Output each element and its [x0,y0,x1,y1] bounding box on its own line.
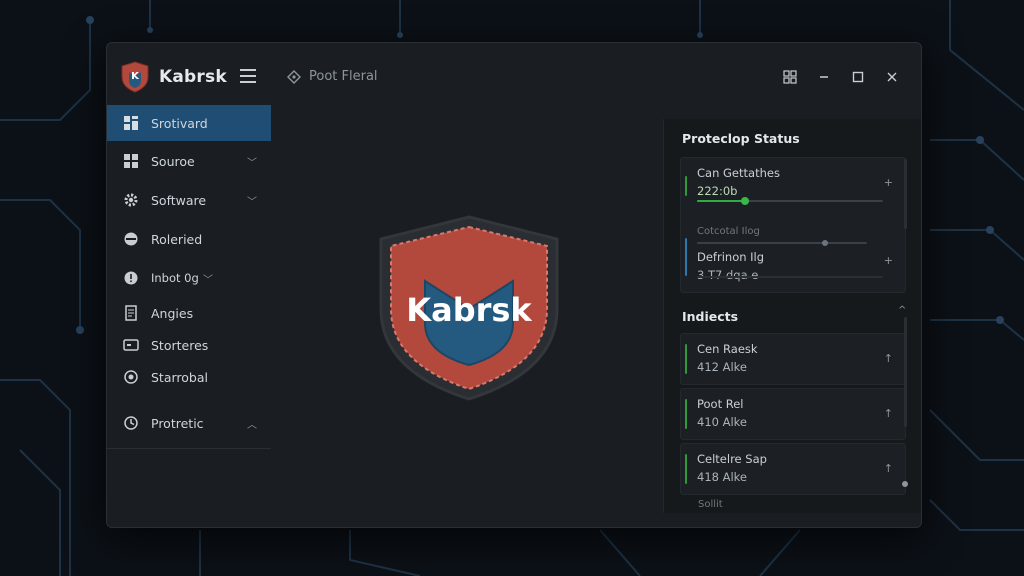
maximize-button[interactable] [841,67,875,87]
layout-button[interactable] [773,67,807,87]
sidebar-item-protretic[interactable]: Protretic ︿ [107,405,271,441]
card-title: Can Gettathes [697,166,780,180]
scroll-end-dot [902,481,908,487]
svg-text:K: K [131,71,140,82]
incident-value: 410 Alke [697,415,747,429]
brand: K Kabrsk [119,61,227,93]
incident-title: Cen Raesk [697,342,758,356]
shield-icon [123,231,139,247]
layout-icon [783,70,797,84]
arrow-up-icon[interactable]: ↑ [884,407,893,420]
target-icon [123,369,139,385]
sidebar-item-roleried[interactable]: Roleried [107,221,271,257]
sidebar-item-label: Srotivard [151,115,208,131]
subheader-track [697,242,867,244]
incident-title: Poot Rel [697,397,744,411]
card-title: Defrinon Ilg [697,250,765,264]
expand-icon[interactable]: + [884,176,893,189]
document-icon [123,305,139,321]
sidebar-item-label: Software [151,192,207,208]
shield-logo-icon: K [121,61,149,93]
scrollbar-incidents[interactable] [904,317,907,427]
sidebar-item-inbot[interactable]: Inbot 0g ﹀ [107,260,271,296]
hamburger-menu-button[interactable] [240,69,256,83]
sidebar-item-srotivard[interactable]: Srotivard [107,105,271,141]
gear-icon [123,192,139,208]
incident-status-bar [685,454,687,484]
protection-slider-fill [697,200,746,202]
incident-status-bar [685,344,687,374]
app-name: Kabrsk [159,67,227,87]
protection-status-card: Can Gettathes 222:0b + Cotcotal Ilog Def… [680,157,906,293]
sidebar-item-label: Angies [151,305,194,321]
chevron-down-icon: ﹀ [203,274,213,286]
sidebar-item-label: Roleried [151,231,203,247]
sidebar: Srotivard Souroe ﹀ Software ﹀ Roleried I… [107,105,271,527]
subheader-slider-knob[interactable] [821,240,828,246]
sidebar-item-label: Protretic [151,415,204,431]
incident-title: Celtelre Sap [697,452,767,466]
card-value: 222:0b [697,184,738,198]
sidebar-item-label: Souroe [151,153,195,169]
incident-status-bar [685,399,687,429]
grid-icon [123,153,139,169]
card-subheader: Cotcotal Ilog [697,226,760,237]
center-logo-text: Kabrsk [406,291,532,329]
dashboard-icon [123,115,139,131]
protection-status-title: Proteclop Status [682,131,800,146]
window-controls [773,67,909,87]
expand-icon[interactable]: + [884,254,893,267]
incident-value: 412 Alke [697,360,747,374]
monitor-icon [123,337,139,353]
diamond-icon [287,69,301,84]
chevron-up-icon: ︿ [247,419,257,431]
maximize-icon [852,71,864,83]
sidebar-item-storteres[interactable]: Storteres [107,327,271,363]
scrollbar-top[interactable] [904,159,907,229]
right-panel: Proteclop Status Can Gettathes 222:0b + … [663,119,921,513]
bottom-track [697,276,883,278]
incident-item[interactable]: Cen Raesk 412 Alke ↑ [680,333,906,385]
incident-trailing-label: Sollit [698,499,723,510]
card-value: 3 T7 dqa e [697,268,759,282]
minimize-icon [820,76,828,78]
sidebar-item-angies[interactable]: Angies [107,295,271,331]
chevron-down-icon: ﹀ [247,196,257,208]
app-window: K Kabrsk Poot Fleral Srotivard Souroe ﹀ … [106,42,922,528]
minimize-button[interactable] [807,67,841,87]
sidebar-divider [107,448,271,449]
status-bar-green [685,176,687,196]
sidebar-item-software[interactable]: Software ﹀ [107,182,271,218]
close-button[interactable] [875,67,909,87]
incident-item[interactable]: Poot Rel 410 Alke ↑ [680,388,906,440]
chevron-up-icon[interactable]: ^ [898,305,906,316]
arrow-up-icon[interactable]: ↑ [884,352,893,365]
arrow-up-icon[interactable]: ↑ [884,462,893,475]
sidebar-item-souroe[interactable]: Souroe ﹀ [107,143,271,179]
incidents-title: Indiects [682,309,739,324]
breadcrumb-label: Poot Fleral [309,69,378,84]
sidebar-item-label: Starrobal [151,369,208,385]
title-bar: K Kabrsk Poot Fleral [107,43,921,105]
incident-value: 418 Alke [697,470,747,484]
protection-slider-knob[interactable] [741,197,750,205]
breadcrumb[interactable]: Poot Fleral [287,69,378,84]
incident-item[interactable]: Celtelre Sap 418 Alke ↑ [680,443,906,495]
chevron-down-icon: ﹀ [247,157,257,169]
center-shield-logo: Kabrsk [379,215,559,401]
sidebar-item-label: Inbot 0g [151,271,199,285]
sidebar-item-starrobal[interactable]: Starrobal [107,359,271,395]
sidebar-item-label: Storteres [151,337,209,353]
close-icon [887,72,897,82]
clock-icon [123,415,139,431]
status-bar-blue [685,238,687,276]
info-icon [123,270,139,286]
